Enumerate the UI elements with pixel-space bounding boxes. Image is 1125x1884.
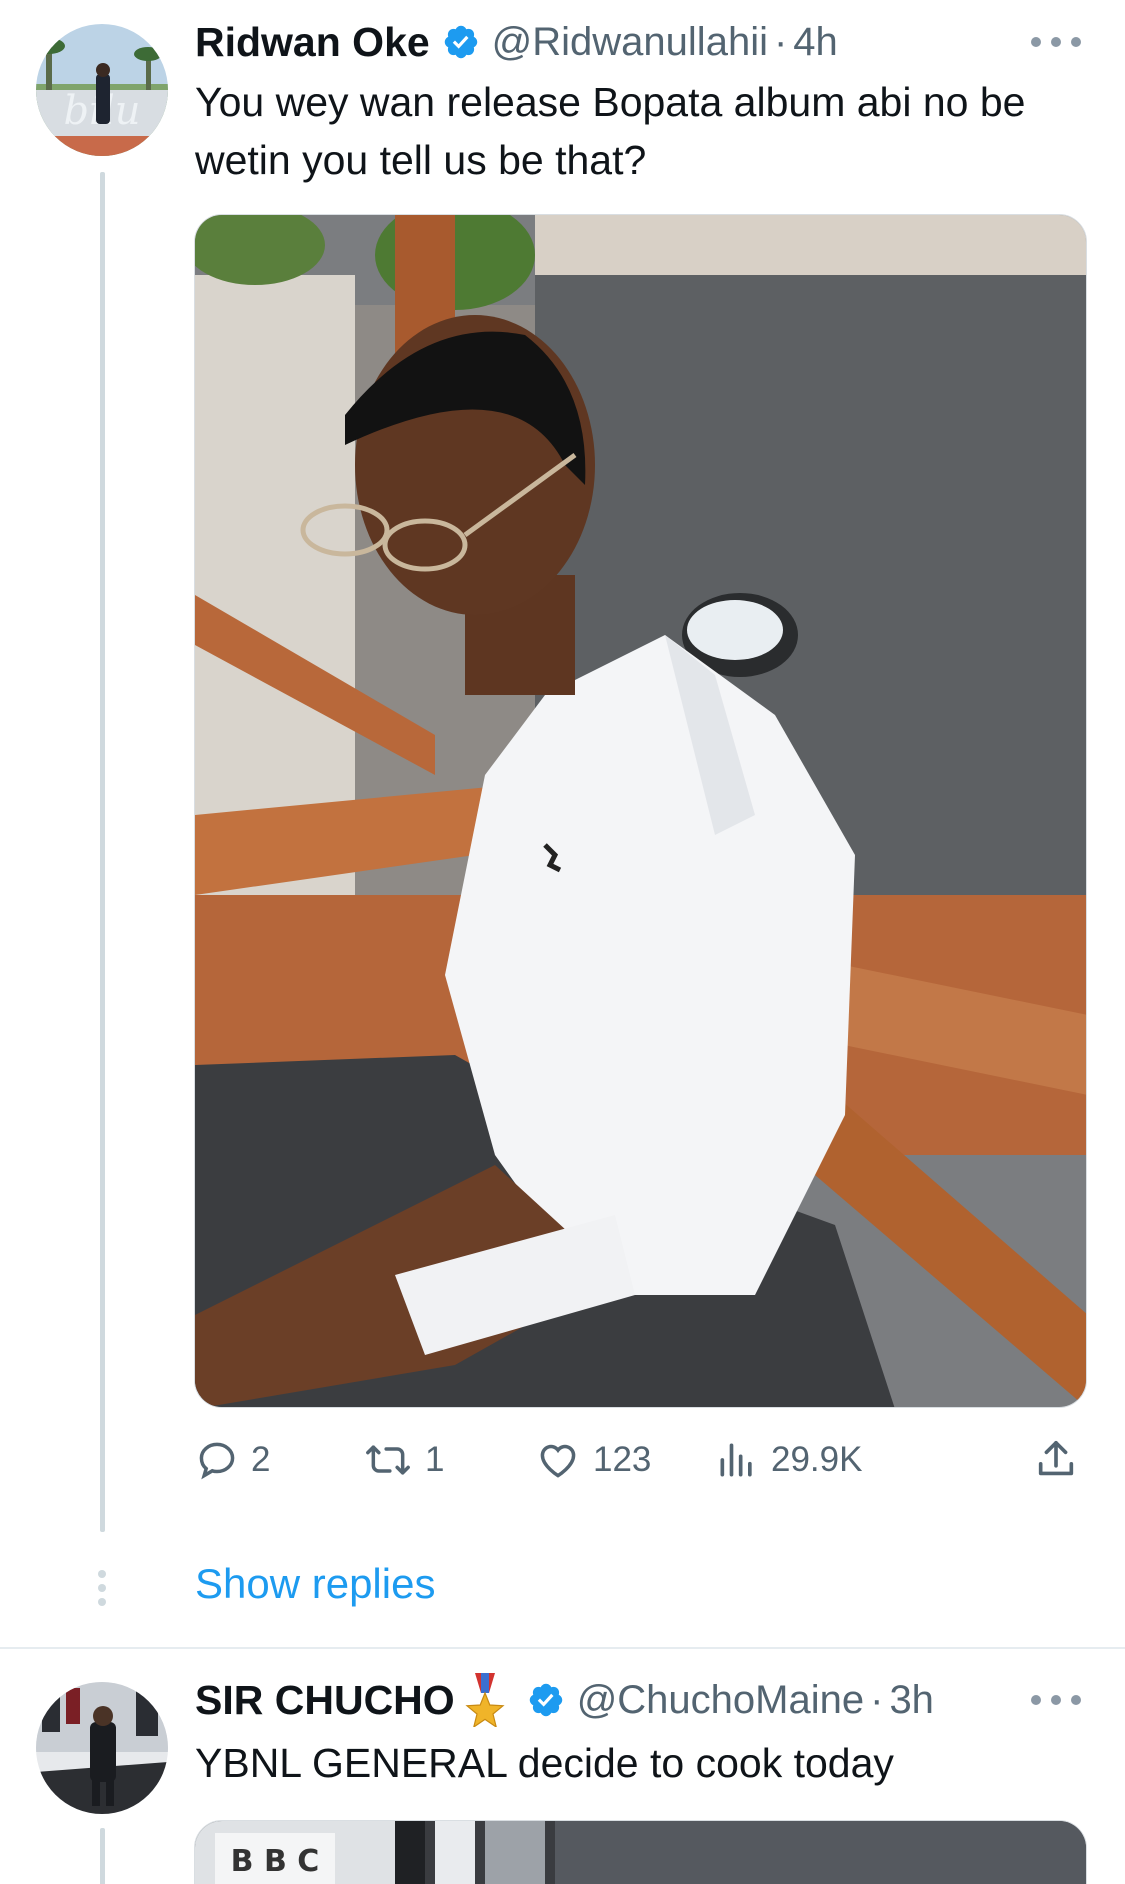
thread-line xyxy=(100,172,105,1532)
thread-line xyxy=(100,1828,105,1884)
share-icon xyxy=(1038,1440,1074,1476)
like-icon xyxy=(540,1444,576,1478)
medal-icon xyxy=(465,1673,505,1727)
tweet-divider xyxy=(0,1647,1125,1649)
timestamp[interactable]: 4h xyxy=(793,20,838,65)
reply-icon xyxy=(199,1442,235,1480)
show-replies-link[interactable]: Show replies xyxy=(195,1560,435,1608)
tweet[interactable]: SIR CHUCHO @ChuchoMaine · 3h YBNL GENERA… xyxy=(0,1650,1125,1884)
author-name[interactable]: SIR CHUCHO xyxy=(195,1677,455,1724)
separator-dot: · xyxy=(870,1677,884,1722)
views-button[interactable]: 29.9K xyxy=(715,1432,862,1488)
tweet-image[interactable]: B B C xyxy=(194,1820,1087,1884)
timestamp[interactable]: 3h xyxy=(889,1678,934,1723)
retweet-count: 1 xyxy=(425,1440,445,1479)
tweet-text: YBNL GENERAL decide to cook today xyxy=(195,1740,894,1786)
media-logo-text: B B C xyxy=(231,1844,320,1879)
like-count: 123 xyxy=(593,1440,652,1479)
tweet-header: SIR CHUCHO @ChuchoMaine · 3h xyxy=(195,1673,934,1727)
views-count: 29.9K xyxy=(771,1440,863,1479)
verified-badge-icon xyxy=(444,25,477,59)
reply-button[interactable]: 2 xyxy=(195,1432,270,1488)
avatar[interactable]: bilu xyxy=(36,24,168,156)
tweet-header: Ridwan Oke @Ridwanullahii · 4h xyxy=(195,16,838,68)
avatar[interactable] xyxy=(36,1682,168,1814)
thread-continuation-dots xyxy=(96,1570,108,1606)
author-handle[interactable]: @Ridwanullahii xyxy=(492,20,768,65)
tweet[interactable]: bilu Ridwan Oke @Ridwanullahii · 4h You … xyxy=(0,0,1125,1649)
retweet-button[interactable]: 1 xyxy=(363,1432,444,1488)
reply-count: 2 xyxy=(251,1440,271,1479)
tweet-text: You wey wan release Bopata album abi no … xyxy=(195,79,1026,183)
views-icon xyxy=(720,1443,752,1477)
verified-badge-icon xyxy=(529,1683,562,1717)
retweet-icon xyxy=(366,1445,410,1475)
like-button[interactable]: 123 xyxy=(535,1432,651,1488)
author-handle[interactable]: @ChuchoMaine xyxy=(577,1678,864,1723)
author-name[interactable]: Ridwan Oke xyxy=(195,19,430,66)
more-options-icon[interactable] xyxy=(1031,1690,1081,1710)
tweet-image[interactable] xyxy=(194,214,1087,1408)
tweet-actions: 2 1 123 29.9K xyxy=(195,1432,1085,1488)
separator-dot: · xyxy=(773,19,788,64)
share-button[interactable] xyxy=(1033,1432,1079,1488)
more-options-icon[interactable] xyxy=(1031,32,1081,52)
